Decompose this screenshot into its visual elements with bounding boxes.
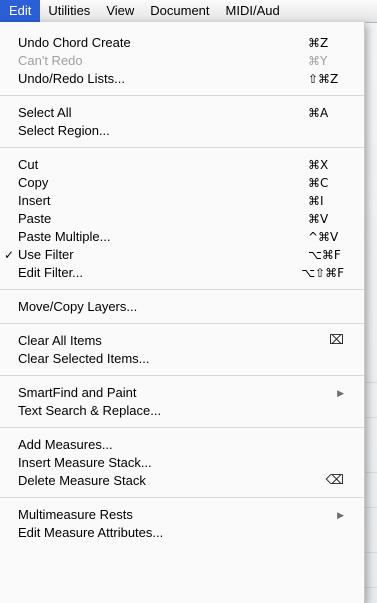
menu-item-label: Copy — [18, 175, 49, 190]
menu-item-label: Clear All Items — [18, 333, 102, 348]
menu-item-cut[interactable]: Cut ⌘X — [0, 156, 364, 174]
menu-item-label: SmartFind and Paint — [18, 385, 137, 400]
menu-item-paste-multiple[interactable]: Paste Multiple... ^⌘V — [0, 228, 364, 246]
keyboard-shortcut: ^⌘V — [308, 230, 339, 244]
keyboard-shortcut: ⌘A — [308, 106, 329, 120]
menu-item-label: Multimeasure Rests — [18, 507, 133, 522]
menu-item-select-region[interactable]: Select Region... — [0, 122, 364, 140]
menu-item-paste[interactable]: Paste ⌘V — [0, 210, 364, 228]
menu-item-label: Edit Measure Attributes... — [18, 525, 164, 540]
menu-item-select-all[interactable]: Select All ⌘A — [0, 104, 364, 122]
delete-key-icon: ⌫ — [325, 473, 344, 488]
menu-item-label: Cut — [18, 157, 39, 172]
menu-item-insert-measure-stack[interactable]: Insert Measure Stack... — [0, 454, 364, 472]
menu-item-use-filter[interactable]: ✓ Use Filter ⌥⌘F — [0, 246, 364, 264]
menu-separator — [0, 323, 364, 324]
menu-item-label: Text Search & Replace... — [18, 403, 162, 418]
menu-item-copy[interactable]: Copy ⌘C — [0, 174, 364, 192]
menu-item-label: Undo/Redo Lists... — [18, 71, 125, 86]
menubar-item-utilities[interactable]: Utilities — [40, 0, 98, 22]
menubar-item-edit[interactable]: Edit — [0, 0, 41, 22]
menu-separator — [0, 427, 364, 428]
menu-item-label: Paste Multiple... — [18, 229, 111, 244]
menu-item-clear-selected-items[interactable]: Clear Selected Items... — [0, 350, 364, 368]
menu-item-can-t-redo: Can't Redo ⌘Y — [0, 52, 364, 70]
menu-item-edit-measure-attributes[interactable]: Edit Measure Attributes... — [0, 524, 364, 542]
menu-item-add-measures[interactable]: Add Measures... — [0, 436, 364, 454]
keyboard-shortcut: ⌘Z — [308, 36, 329, 50]
keyboard-shortcut: ⌘Y — [308, 54, 328, 68]
keyboard-shortcut: ⌥⌘F — [308, 248, 341, 262]
keyboard-shortcut: ⌘X — [308, 158, 329, 172]
menubar-item-document[interactable]: Document — [142, 0, 217, 22]
menu-item-label: Delete Measure Stack — [18, 473, 146, 488]
menu-item-edit-filter[interactable]: Edit Filter... ⌥⇧⌘F — [0, 264, 364, 282]
menu-item-clear-all-items[interactable]: Clear All Items ⌧ — [0, 332, 364, 350]
menu-item-label: Paste — [18, 211, 52, 226]
keyboard-shortcut: ⌥⇧⌘F — [301, 266, 344, 280]
menu-separator — [0, 147, 364, 148]
menu-item-insert[interactable]: Insert ⌘I — [0, 192, 364, 210]
menu-item-delete-measure-stack[interactable]: Delete Measure Stack ⌫ — [0, 472, 364, 490]
menubar-item-view[interactable]: View — [98, 0, 142, 22]
menu-item-label: Use Filter — [18, 247, 74, 262]
menu-item-label: Clear Selected Items... — [18, 351, 150, 366]
clear-icon: ⌧ — [329, 333, 344, 348]
menu-item-undo-redo-lists[interactable]: Undo/Redo Lists... ⇧⌘Z — [0, 70, 364, 88]
menu-item-label: Edit Filter... — [18, 265, 84, 280]
menu-item-move-copy-layers[interactable]: Move/Copy Layers... — [0, 298, 364, 316]
menubar-item-midi-aud[interactable]: MIDI/Aud — [218, 0, 288, 22]
menu-item-text-search-replace[interactable]: Text Search & Replace... — [0, 402, 364, 420]
keyboard-shortcut: ⌘C — [308, 176, 329, 190]
menu-separator — [0, 95, 364, 96]
menu-item-label: Can't Redo — [18, 53, 83, 68]
menu-item-label: Undo Chord Create — [18, 35, 131, 50]
submenu-arrow-icon: ▶ — [337, 510, 344, 520]
submenu-arrow-icon: ▶ — [337, 388, 344, 398]
edit-menu-list: Undo Chord Create ⌘Z Can't Redo ⌘Y Undo/Redo… — [0, 22, 364, 542]
edit-menu-dropdown: Undo Chord Create ⌘Z Can't Redo ⌘Y Undo/Redo… — [0, 22, 365, 603]
menu-separator — [0, 497, 364, 498]
menu-item-label: Insert — [18, 193, 51, 208]
menu-item-label: Select Region... — [18, 123, 110, 138]
menu-item-label: Insert Measure Stack... — [18, 455, 152, 470]
keyboard-shortcut: ⌘I — [308, 194, 324, 208]
keyboard-shortcut: ⇧⌘Z — [308, 72, 339, 86]
checkmark-icon: ✓ — [4, 248, 15, 262]
menu-item-undo-chord-create[interactable]: Undo Chord Create ⌘Z — [0, 34, 364, 52]
menu-bar: Edit Utilities View Document MIDI/Aud — [0, 0, 377, 23]
menu-item-label: Select All — [18, 105, 72, 120]
keyboard-shortcut: ⌘V — [308, 212, 329, 226]
menu-item-label: Move/Copy Layers... — [18, 299, 138, 314]
menu-item-multimeasure-rests[interactable]: Multimeasure Rests ▶ — [0, 506, 364, 524]
menu-separator — [0, 289, 364, 290]
menu-item-smartfind-and-paint[interactable]: SmartFind and Paint ▶ — [0, 384, 364, 402]
menu-separator — [0, 375, 364, 376]
menu-item-label: Add Measures... — [18, 437, 113, 452]
